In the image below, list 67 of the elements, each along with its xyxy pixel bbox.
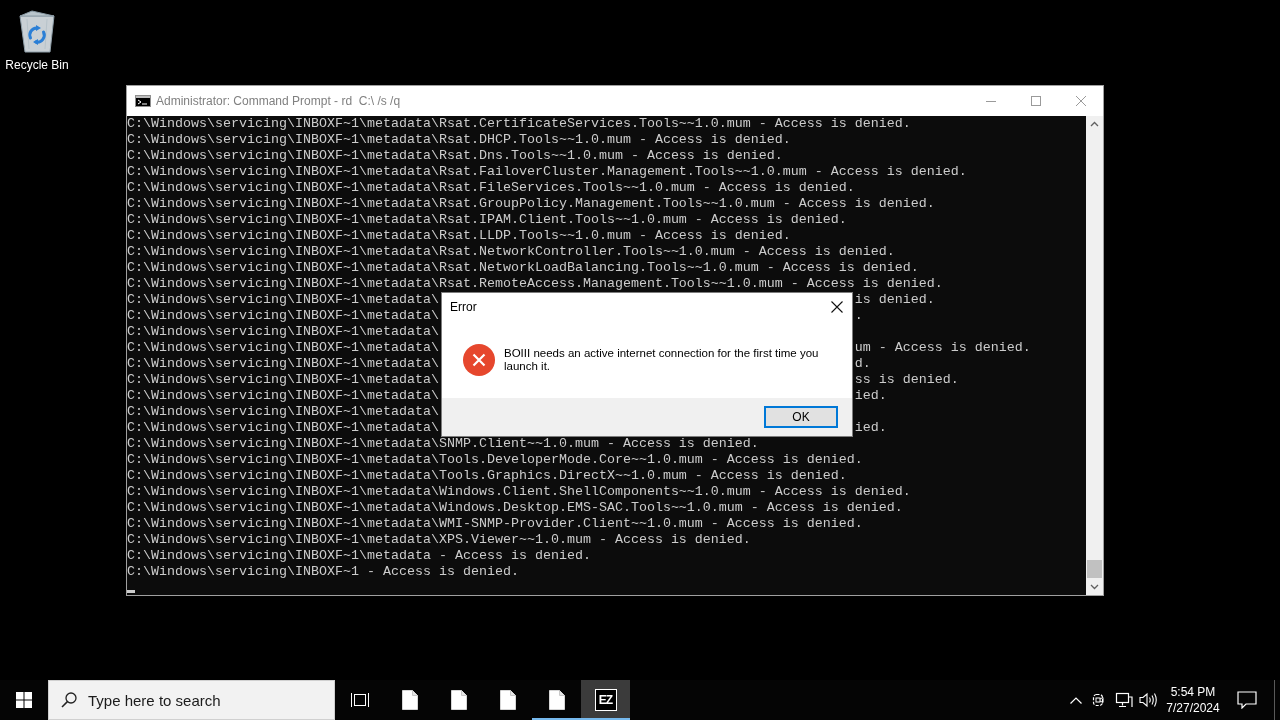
task-view-icon	[351, 692, 369, 708]
console-line: C:\Windows\servicing\INBOXF~1\metadata\	[127, 292, 439, 308]
console-line: C:\Windows\servicing\INBOXF~1\metadata\Rsat.RemoteAccess.Management.Tools~~1.0.mum - Access is denied.	[127, 276, 943, 291]
console-line: C:\Windows\servicing\INBOXF~1\metadata\Windows.Desktop.EMS-SAC.Tools~~1.0.mum - Access is denied.	[127, 500, 903, 515]
console-line: C:\Windows\servicing\INBOXF~1\metadata\Rsat.Dns.Tools~~1.0.mum - Access is denied.	[127, 148, 783, 163]
console-icon	[135, 95, 151, 107]
trash-bin-icon[interactable]	[17, 9, 57, 53]
console-line: C:\Windows\servicing\INBOXF~1\metadata\Windows.Client.ShellComponents~~1.0.mum - Access is denied.	[127, 484, 911, 499]
close-icon	[1075, 96, 1086, 106]
console-line-end: ied.	[854, 388, 887, 404]
console-line: C:\Windows\servicing\INBOXF~1\metadata\SNMP.Client~~1.0.mum - Access is denied.	[127, 436, 759, 451]
file-icon	[548, 690, 565, 710]
console-line: C:\Windows\servicing\INBOXF~1\metadata\Rsat.FileServices.Tools~~1.0.mum - Access is denied.	[127, 180, 855, 195]
text-cursor	[127, 590, 135, 593]
console-line-end: um - Access is denied.	[854, 340, 1031, 356]
file-icon	[401, 690, 418, 710]
console-line: C:\Windows\servicing\INBOXF~1\metadata\	[127, 420, 439, 436]
console-line-end: .	[854, 308, 863, 324]
error-message: BOIII needs an active internet connection for the first time you launch it.	[504, 346, 820, 373]
console-line: C:\Windows\servicing\INBOXF~1\metadata\Tools.Graphics.DirectX~~1.0.mum - Access is denied.	[127, 468, 847, 483]
console-line: C:\Windows\servicing\INBOXF~1\metadata\XPS.Viewer~~1.0.mum - Access is denied.	[127, 532, 751, 547]
search-field[interactable]: Type here to search	[48, 680, 335, 720]
close-icon	[831, 301, 843, 313]
console-line-end: ied.	[854, 420, 887, 436]
speaker-icon	[1139, 692, 1157, 708]
console-line: C:\Windows\servicing\INBOXF~1\metadata\Rsat.FailoverCluster.Management.Tools~~1.0.mum - Access is denied.	[127, 164, 967, 179]
console-line: C:\Windows\servicing\INBOXF~1\metadata\	[127, 356, 439, 372]
error-icon	[463, 343, 495, 376]
app-logo: EZ	[594, 689, 617, 711]
console-line: C:\Windows\servicing\INBOXF~1\metadata - Access is denied.	[127, 548, 591, 563]
console-line: C:\Windows\servicing\INBOXF~1\metadata\Rsat.NetworkController.Tools~~1.0.mum - Access is denied.	[127, 244, 895, 259]
console-line-end: ss is denied.	[854, 372, 959, 388]
console-line: C:\Windows\servicing\INBOXF~1\metadata\	[127, 372, 439, 388]
clock-time[interactable]: 5:54 PM	[1170, 684, 1216, 700]
dialog-title: Error	[450, 300, 477, 314]
search-icon	[61, 692, 77, 708]
icon-label[interactable]: Recycle Bin	[5, 58, 69, 72]
window-title: Administrator: Command Prompt - rd C:\ /s /q	[156, 94, 401, 108]
scrollbar-thumb[interactable]	[1087, 560, 1102, 578]
scrollbar[interactable]	[1086, 116, 1103, 595]
windows-logo-icon	[16, 692, 32, 708]
network-icon	[1115, 692, 1133, 708]
console-line: C:\Windows\servicing\INBOXF~1\metadata\Rsat.CertificateServices.Tools~~1.0.mum - Access is denied.	[127, 116, 911, 131]
console-line: C:\Windows\servicing\INBOXF~1\metadata\	[127, 324, 439, 339]
file-icon	[450, 690, 467, 710]
console-line: C:\Windows\servicing\INBOXF~1\metadata\Rsat.LLDP.Tools~~1.0.mum - Access is denied.	[127, 228, 791, 243]
console-line: C:\Windows\servicing\INBOXF~1\metadata\WMI-SNMP-Provider.Client~~1.0.mum - Access is denied.	[127, 516, 863, 531]
console-line: C:\Windows\servicing\INBOXF~1\metadata\Rsat.IPAM.Client.Tools~~1.0.mum - Access is denied.	[127, 212, 847, 227]
console-line: C:\Windows\servicing\INBOXF~1\metadata\	[127, 404, 439, 419]
clock-date[interactable]: 7/27/2024	[1166, 700, 1220, 716]
chevron-up-icon	[1070, 696, 1082, 704]
file-icon	[499, 690, 516, 710]
speech-bubble-icon	[1237, 691, 1257, 709]
console-line: C:\Windows\servicing\INBOXF~1\metadata\	[127, 340, 439, 356]
console-line: C:\Windows\servicing\INBOXF~1\metadata\Rsat.DHCP.Tools~~1.0.mum - Access is denied.	[127, 132, 791, 147]
console-line: C:\Windows\servicing\INBOXF~1\metadata\Rsat.GroupPolicy.Management.Tools~~1.0.mum - Access is denied.	[127, 196, 935, 211]
maximize-icon	[1030, 96, 1041, 106]
console-line-end: d.	[854, 356, 871, 372]
console-line-end: is denied.	[854, 292, 935, 308]
taskbar-button[interactable]: EZ	[581, 680, 630, 720]
ok-button[interactable]: OK	[764, 406, 838, 428]
console-line: C:\Windows\servicing\INBOXF~1\metadata\	[127, 308, 439, 324]
console-line: C:\Windows\servicing\INBOXF~1\metadata\Tools.DeveloperMode.Core~~1.0.mum - Access is denied.	[127, 452, 863, 467]
minimize-icon	[985, 100, 996, 102]
console-line: C:\Windows\servicing\INBOXF~1\metadata\Rsat.NetworkLoadBalancing.Tools~~1.0.mum - Access is denied.	[127, 260, 919, 275]
console-line: C:\Windows\servicing\INBOXF~1\metadata\	[127, 388, 439, 404]
console-line: C:\Windows\servicing\INBOXF~1 - Access is denied.	[127, 564, 519, 579]
